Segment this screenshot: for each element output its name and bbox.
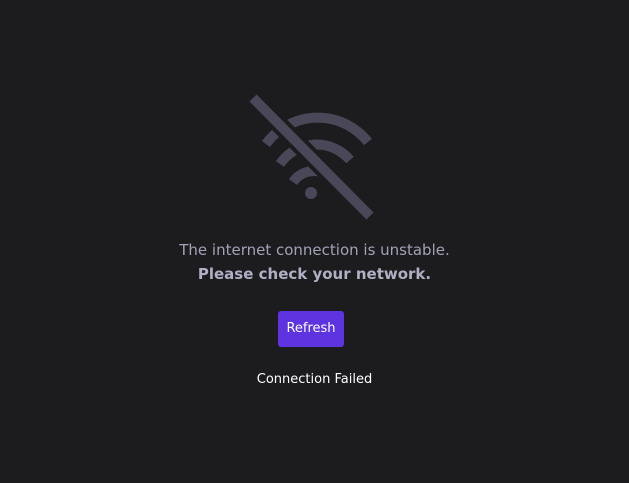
refresh-button[interactable]: Refresh <box>278 311 344 347</box>
wifi-off-icon <box>246 92 378 222</box>
error-message-line-2: Please check your network. <box>197 265 432 283</box>
network-error-screen: The internet connection is unstable. Ple… <box>0 0 629 483</box>
error-message-line-1: The internet connection is unstable. <box>179 241 450 259</box>
connection-status-text: Connection Failed <box>256 372 373 387</box>
